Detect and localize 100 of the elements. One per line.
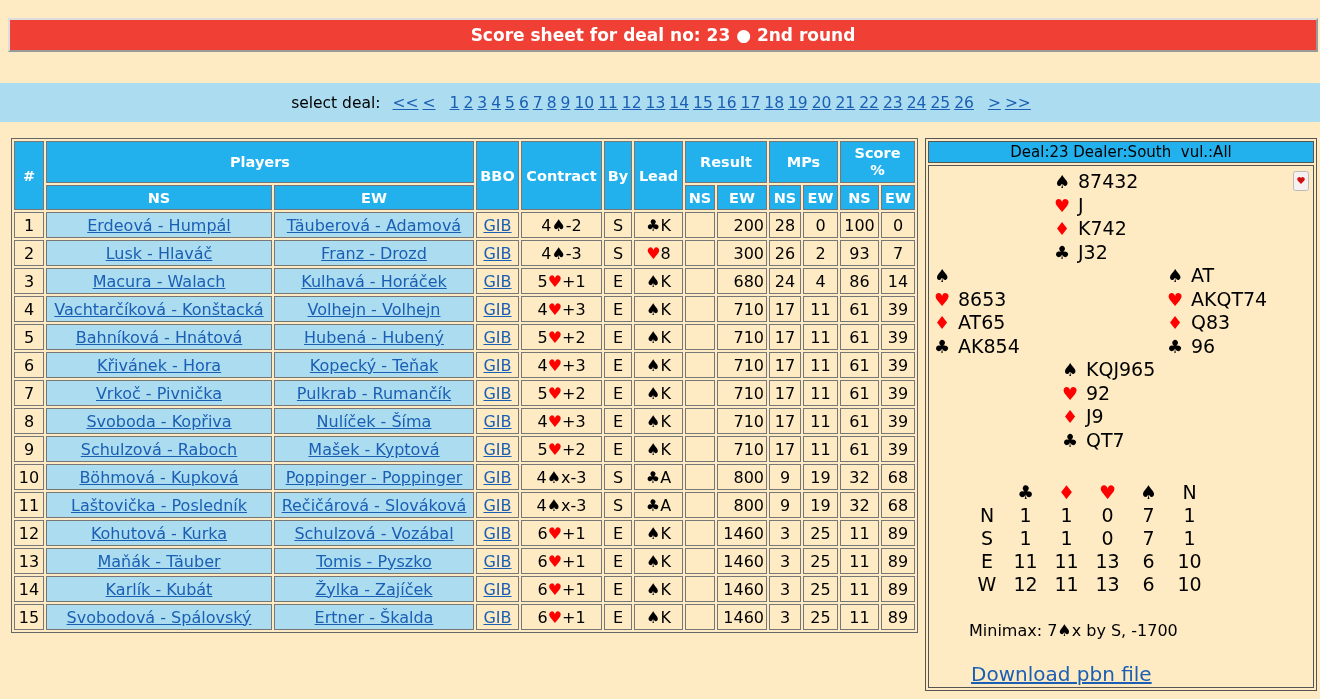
- table-cell: 1460: [717, 576, 767, 602]
- deal-link[interactable]: 18: [764, 93, 784, 112]
- minimax-text: Minimax: 7♠x by S, -1700: [969, 621, 1179, 640]
- lead-cell: ♣A: [634, 492, 683, 518]
- contract-cell: 4♠-3: [521, 240, 602, 266]
- deal-link[interactable]: 24: [906, 93, 927, 112]
- hand-suit-line: ♦ Q83: [1167, 311, 1231, 335]
- deal-link[interactable]: 19: [788, 93, 808, 112]
- deal-link[interactable]: 11: [598, 93, 618, 112]
- table-cell: 6: [14, 352, 44, 378]
- table-cell: 61: [840, 352, 879, 378]
- contract-cell: 4♥+3: [521, 352, 602, 378]
- deal-link[interactable]: 4: [491, 93, 501, 112]
- trick-count: 7: [1141, 526, 1156, 549]
- column-header: #: [14, 141, 44, 210]
- seat-label: W: [976, 572, 998, 595]
- table-cell: 3: [769, 576, 801, 602]
- column-header: Contract: [521, 141, 602, 210]
- table-cell: 39: [881, 352, 915, 378]
- table-cell: 3: [769, 548, 801, 574]
- trick-count: 13: [1094, 572, 1121, 595]
- table-cell: 200: [717, 212, 767, 238]
- lead-cell: ♠K: [634, 380, 683, 406]
- trick-count: 11: [1012, 549, 1039, 572]
- hand-suit-line: ♥ 8653: [934, 287, 1007, 311]
- table-cell: 7: [881, 240, 915, 266]
- deal-link[interactable]: 5: [505, 93, 515, 112]
- table-cell: 25: [803, 604, 838, 630]
- deal-link[interactable]: 14: [669, 93, 690, 112]
- contract-cell: 5♥+2: [521, 324, 602, 350]
- hand-suit-line: ♥ 92: [1062, 381, 1111, 405]
- table-cell: 25: [803, 576, 838, 602]
- deal-link[interactable]: 16: [716, 93, 737, 112]
- deal-link[interactable]: 12: [621, 93, 642, 112]
- trick-count: 1: [1182, 526, 1197, 549]
- deal-link[interactable]: 22: [859, 93, 879, 112]
- download-link[interactable]: Download pbn file: [971, 662, 1152, 686]
- column-header: Score %: [840, 141, 915, 183]
- deal-link[interactable]: 10: [574, 93, 595, 112]
- strain-symbol: ♣: [1016, 480, 1034, 503]
- deal-link[interactable]: 7: [532, 93, 543, 112]
- contract-cell: 4♠-2: [521, 212, 602, 238]
- table-cell: 1460: [717, 604, 767, 630]
- column-header: By: [604, 141, 632, 210]
- deal-link[interactable]: 2: [463, 93, 474, 112]
- table-cell: S: [604, 492, 632, 518]
- trick-count: 1: [1182, 503, 1197, 526]
- table-cell: 14: [881, 268, 915, 294]
- table-cell: 89: [881, 520, 915, 546]
- deal-link[interactable]: 15: [693, 93, 713, 112]
- table-cell: E: [604, 380, 632, 406]
- table-cell: 19: [803, 492, 838, 518]
- deal-link[interactable]: 6: [518, 93, 529, 112]
- column-header: NS: [769, 185, 801, 210]
- deal-link[interactable]: 13: [645, 93, 666, 112]
- strain-symbol: ♠: [1139, 480, 1157, 503]
- deal-link[interactable]: 9: [560, 93, 571, 112]
- table-cell: 39: [881, 324, 915, 350]
- column-header: MPs: [769, 141, 838, 183]
- column-header: Result: [685, 141, 767, 183]
- column-header: NS: [685, 185, 715, 210]
- table-cell: 19: [803, 464, 838, 490]
- deal-link[interactable]: 1: [449, 93, 460, 112]
- deal-link[interactable]: <: [422, 93, 436, 112]
- table-cell: 13: [14, 548, 44, 574]
- table-cell: 11: [803, 352, 838, 378]
- seat-label: S: [979, 526, 995, 549]
- column-header: EW: [803, 185, 838, 210]
- deal-link[interactable]: >>: [1004, 93, 1031, 112]
- deal-link[interactable]: 21: [835, 93, 856, 112]
- deal-link[interactable]: 3: [477, 93, 488, 112]
- hand-suit-line: ♣ AK854: [934, 334, 1020, 358]
- table-cell: 1: [14, 212, 44, 238]
- table-cell: 28: [769, 212, 801, 238]
- deal-link[interactable]: >: [987, 93, 1001, 112]
- table-cell: 3: [769, 604, 801, 630]
- table-cell: 0: [803, 212, 838, 238]
- deal-link[interactable]: 25: [930, 93, 951, 112]
- deal-link[interactable]: <<: [392, 93, 419, 112]
- table-cell: E: [604, 548, 632, 574]
- table-cell: 61: [840, 296, 879, 322]
- table-cell: 710: [717, 436, 767, 462]
- table-cell: 17: [769, 380, 801, 406]
- table-cell: 89: [881, 576, 915, 602]
- lead-cell: ♠K: [634, 548, 683, 574]
- deal-link[interactable]: 26: [954, 93, 974, 112]
- table-cell: 7: [14, 380, 44, 406]
- trick-count: 11: [1053, 549, 1080, 572]
- trick-count: 12: [1012, 572, 1039, 595]
- lead-cell: ♠K: [634, 296, 683, 322]
- deal-link[interactable]: 8: [546, 93, 557, 112]
- deal-link[interactable]: 17: [740, 93, 761, 112]
- table-cell: 17: [769, 408, 801, 434]
- table-cell: E: [604, 604, 632, 630]
- deal-link[interactable]: 20: [811, 93, 832, 112]
- hand-suit-line: ♣ 96: [1167, 334, 1216, 358]
- deal-link[interactable]: 23: [882, 93, 903, 112]
- table-cell: 15: [14, 604, 44, 630]
- lead-cell: ♠K: [634, 408, 683, 434]
- lead-cell: ♣K: [634, 212, 683, 238]
